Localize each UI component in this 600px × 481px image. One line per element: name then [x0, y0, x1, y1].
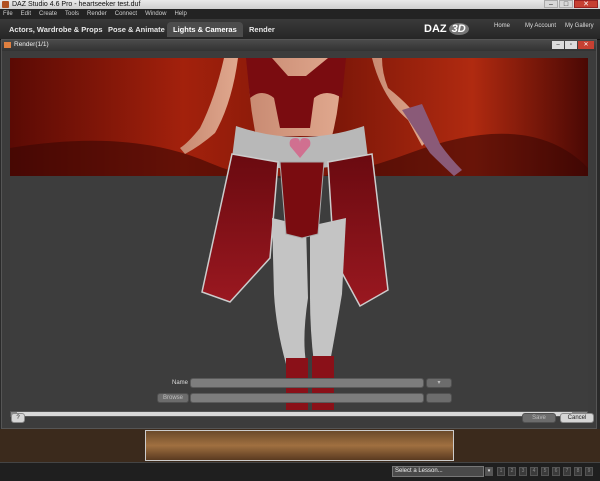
- minimize-button[interactable]: –: [544, 0, 558, 8]
- app-icon: [2, 1, 9, 8]
- lesson-step[interactable]: 8: [574, 467, 582, 476]
- name-label: Name: [172, 380, 189, 386]
- render-window: Render(1/1) – ▫ ✕ Name ▾ Browse ? Save C…: [1, 39, 597, 429]
- menu-connect[interactable]: Connect: [115, 9, 137, 19]
- browse-button[interactable]: Browse: [157, 393, 189, 403]
- lesson-step[interactable]: 4: [530, 467, 538, 476]
- render-close-button[interactable]: ✕: [578, 41, 594, 49]
- lesson-step[interactable]: 2: [508, 467, 516, 476]
- close-button[interactable]: ✕: [574, 0, 598, 8]
- render-window-title-bar: Render(1/1) – ▫ ✕: [2, 40, 596, 51]
- lesson-step[interactable]: 1: [497, 467, 505, 476]
- activity-tab-bar: Actors, Wardrobe & Props Pose & Animate …: [0, 19, 600, 40]
- content-thumbnail-panel[interactable]: [145, 430, 454, 461]
- tab-pose-animate[interactable]: Pose & Animate: [102, 22, 171, 37]
- save-button[interactable]: Save: [522, 413, 556, 423]
- menu-help[interactable]: Help: [174, 9, 186, 19]
- menu-bar: File Edit Create Tools Render Connect Wi…: [0, 9, 600, 19]
- status-bar: Select a Lesson... ▾ 1 2 3 4 5 6 7 8 9: [0, 462, 600, 481]
- menu-render[interactable]: Render: [87, 9, 107, 19]
- scrollbar-thumb[interactable]: [17, 412, 572, 416]
- render-icon: [4, 42, 11, 48]
- render-restore-button[interactable]: ▫: [565, 41, 577, 49]
- front-panel: [279, 161, 325, 239]
- path-options-button[interactable]: [426, 393, 452, 403]
- cancel-button[interactable]: Cancel: [560, 413, 594, 423]
- maximize-button[interactable]: □: [559, 0, 573, 8]
- tab-actors-wardrobe-props[interactable]: Actors, Wardrobe & Props: [3, 22, 109, 37]
- my-gallery-link[interactable]: My Gallery: [565, 23, 594, 29]
- my-account-link[interactable]: My Account: [525, 23, 556, 29]
- horizontal-scrollbar[interactable]: [10, 411, 588, 417]
- tab-render[interactable]: Render: [243, 22, 281, 37]
- render-window-title: Render(1/1): [14, 41, 49, 48]
- app-title-bar: DAZ Studio 4.6 Pro - heartseeker test.du…: [0, 0, 600, 9]
- menu-create[interactable]: Create: [39, 9, 57, 19]
- name-dropdown-button[interactable]: ▾: [426, 378, 452, 388]
- path-field[interactable]: [190, 393, 424, 403]
- tab-lights-cameras[interactable]: Lights & Cameras: [167, 22, 243, 37]
- lesson-select[interactable]: Select a Lesson...: [392, 466, 484, 477]
- name-field[interactable]: [190, 378, 424, 388]
- rendered-image: [10, 58, 588, 410]
- render-minimize-button[interactable]: –: [552, 41, 564, 49]
- menu-tools[interactable]: Tools: [65, 9, 79, 19]
- menu-file[interactable]: File: [3, 9, 13, 19]
- home-link[interactable]: Home: [494, 23, 510, 29]
- lesson-dropdown-arrow[interactable]: ▾: [485, 467, 493, 476]
- menu-edit[interactable]: Edit: [21, 9, 31, 19]
- lesson-step[interactable]: 7: [563, 467, 571, 476]
- daz3d-logo: DAZ 3D: [424, 21, 469, 37]
- lesson-step[interactable]: 3: [519, 467, 527, 476]
- window-title: DAZ Studio 4.6 Pro - heartseeker test.du…: [12, 1, 141, 8]
- help-button[interactable]: ?: [11, 413, 25, 423]
- lesson-step[interactable]: 9: [585, 467, 593, 476]
- lesson-step[interactable]: 5: [541, 467, 549, 476]
- render-canvas[interactable]: [10, 58, 588, 410]
- lesson-step[interactable]: 6: [552, 467, 560, 476]
- menu-window[interactable]: Window: [145, 9, 166, 19]
